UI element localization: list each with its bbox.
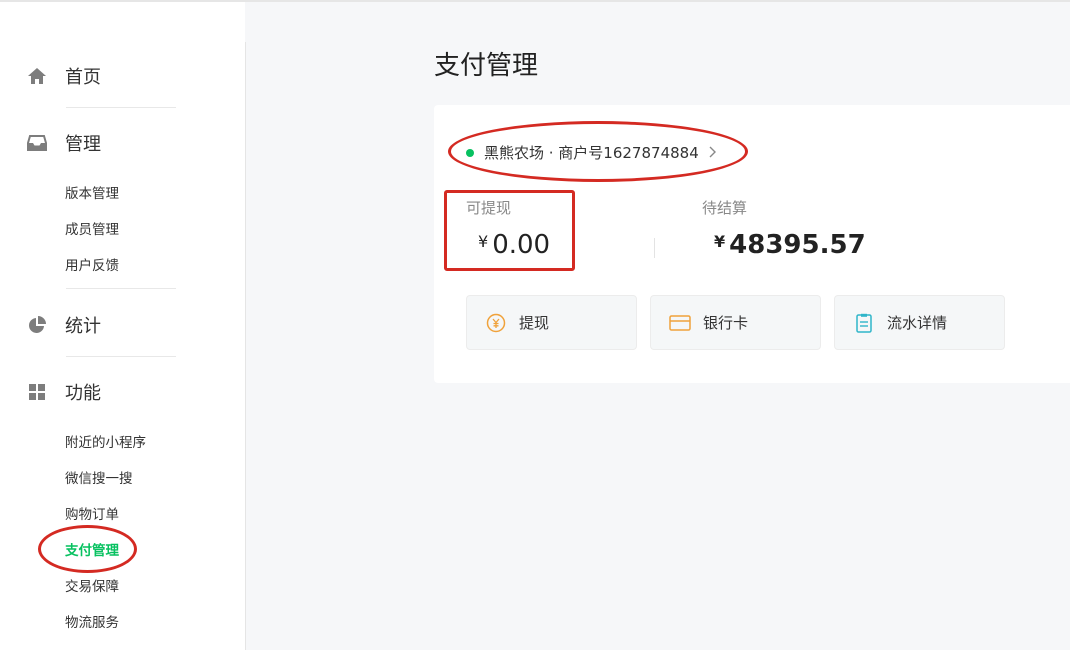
annotation-ellipse-merchant xyxy=(448,121,748,182)
statement-details-label: 流水详情 xyxy=(887,314,948,332)
bank-card-label: 银行卡 xyxy=(703,314,749,332)
sidebar-divider xyxy=(245,42,246,650)
inbox-icon xyxy=(26,132,48,154)
annotation-rect-available-balance xyxy=(444,190,575,271)
divider xyxy=(66,107,176,108)
statement-details-button[interactable]: 流水详情 xyxy=(834,295,1005,350)
sidebar-item-nearby-mini-programs[interactable]: 附近的小程序 xyxy=(65,431,146,451)
annotation-ellipse-payment-management xyxy=(38,525,137,573)
sidebar-item-home[interactable]: 首页 xyxy=(26,63,101,89)
sidebar-item-wechat-search[interactable]: 微信搜一搜 xyxy=(65,467,133,487)
sidebar-item-label: 功能 xyxy=(65,383,101,404)
yen-coin-icon xyxy=(485,312,507,334)
home-icon xyxy=(26,65,48,87)
sidebar-item-statistics[interactable]: 统计 xyxy=(26,312,101,338)
sidebar-item-transaction-protection[interactable]: 交易保障 xyxy=(65,575,119,595)
sidebar-item-features[interactable]: 功能 xyxy=(26,379,101,405)
pending-settlement-value: ¥48395.57 xyxy=(714,230,866,260)
sidebar-item-manage[interactable]: 管理 xyxy=(26,130,101,156)
pending-settlement-label: 待结算 xyxy=(702,199,748,217)
grid-icon xyxy=(26,381,48,403)
pending-amount: 48395.57 xyxy=(729,230,866,260)
sidebar-item-label: 统计 xyxy=(65,316,101,337)
sidebar-item-shopping-orders[interactable]: 购物订单 xyxy=(65,503,119,523)
currency-symbol: ¥ xyxy=(714,232,726,251)
withdraw-button[interactable]: 提现 xyxy=(466,295,637,350)
withdraw-label: 提现 xyxy=(519,314,550,332)
statement-list-icon xyxy=(853,312,875,334)
divider xyxy=(66,288,176,289)
bank-card-icon xyxy=(669,312,691,334)
divider xyxy=(66,356,176,357)
sidebar-item-member-management[interactable]: 成员管理 xyxy=(65,218,119,238)
sidebar-item-user-feedback[interactable]: 用户反馈 xyxy=(65,254,119,274)
sidebar-item-logistics-service[interactable]: 物流服务 xyxy=(65,611,119,631)
balance-divider xyxy=(654,238,655,258)
sidebar-item-label: 首页 xyxy=(65,67,101,88)
bank-card-button[interactable]: 银行卡 xyxy=(650,295,821,350)
page-title: 支付管理 xyxy=(434,51,539,81)
sidebar-item-label: 管理 xyxy=(65,134,101,155)
pie-chart-icon xyxy=(26,314,48,336)
sidebar-item-version-management[interactable]: 版本管理 xyxy=(65,182,119,202)
